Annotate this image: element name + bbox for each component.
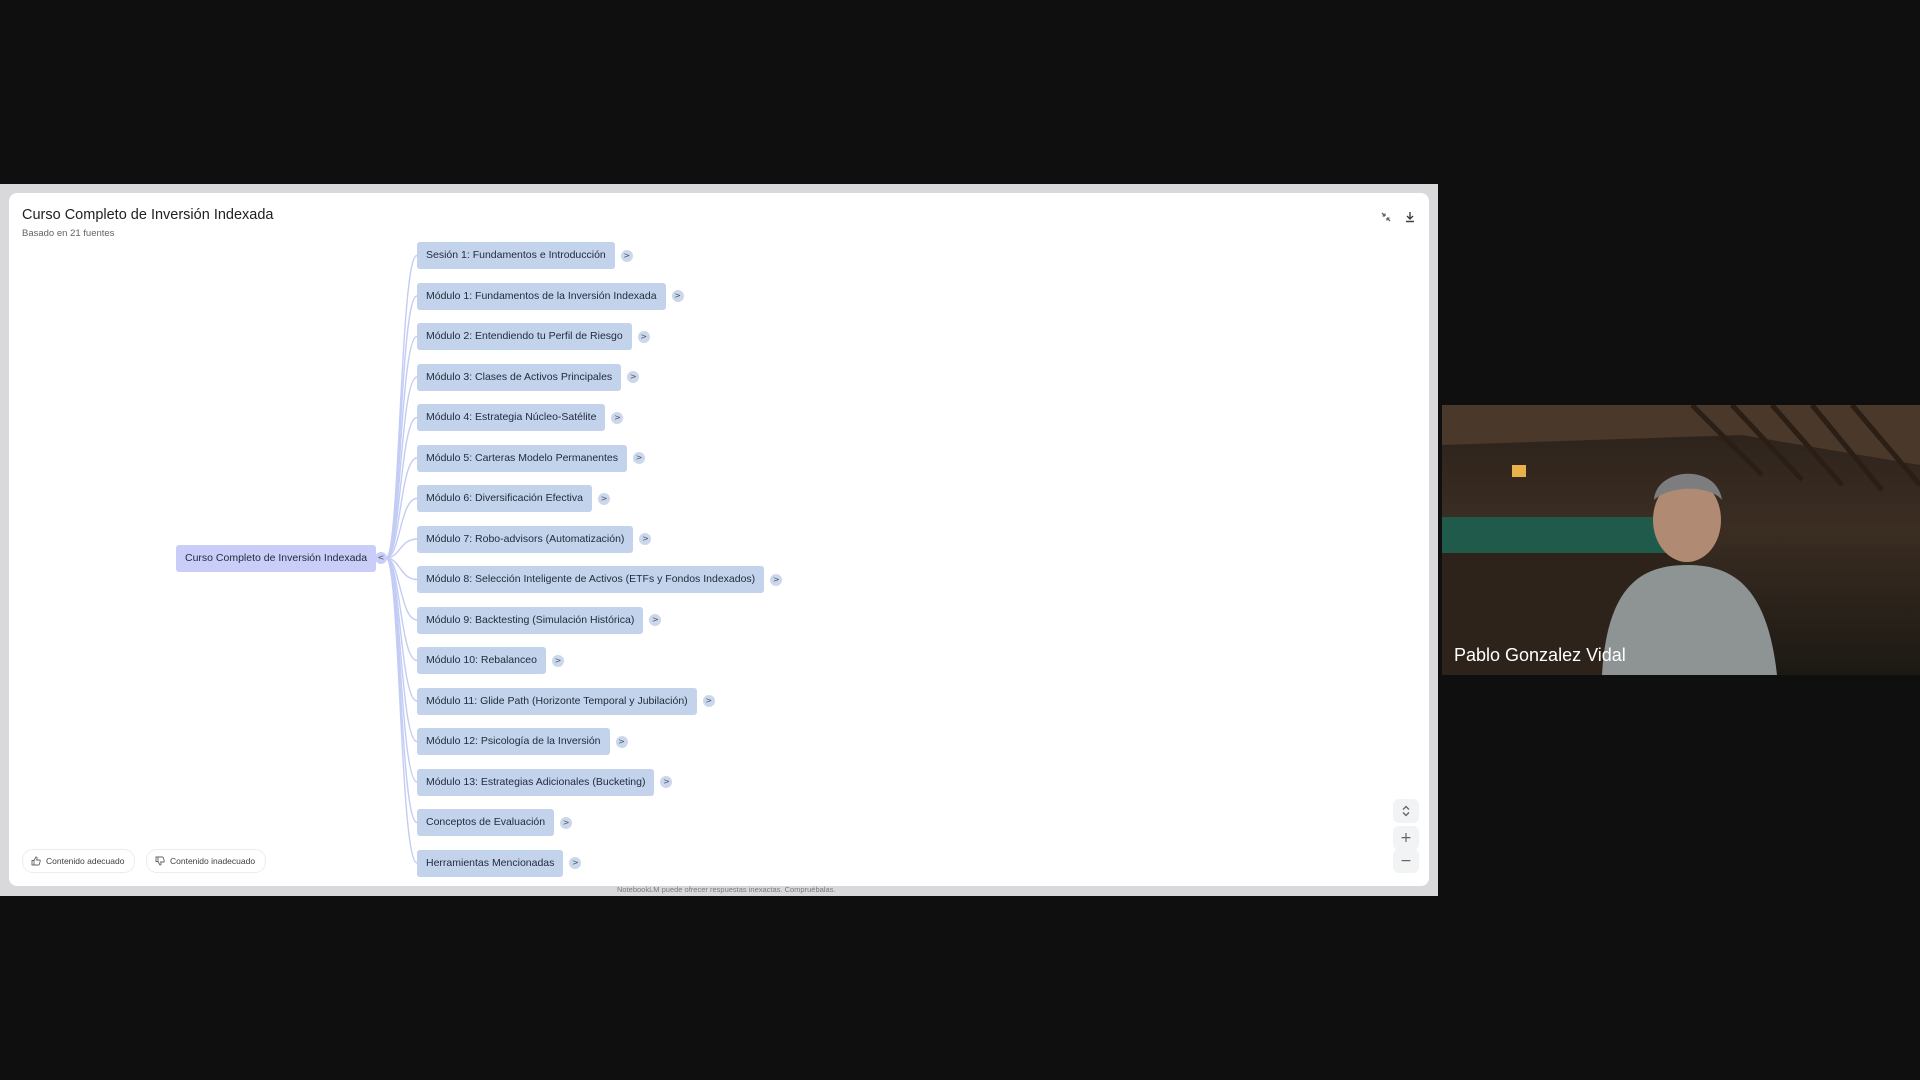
mindmap-node[interactable]: Módulo 1: Fundamentos de la Inversión In… bbox=[417, 282, 666, 310]
expand-toggle[interactable]: > bbox=[560, 816, 573, 829]
expand-toggle[interactable]: > bbox=[637, 330, 650, 343]
expand-toggle[interactable]: > bbox=[615, 735, 628, 748]
mindmap-node[interactable]: Módulo 7: Robo-advisors (Automatización) bbox=[417, 525, 634, 553]
mindmap-node[interactable]: Módulo 3: Clases de Activos Principales bbox=[417, 363, 622, 391]
expand-toggle[interactable]: > bbox=[620, 249, 633, 262]
mindmap-node[interactable]: Módulo 9: Backtesting (Simulación Histór… bbox=[417, 606, 644, 634]
mindmap-node[interactable]: Módulo 6: Diversificación Efectiva bbox=[417, 485, 592, 512]
zoom-in-button[interactable]: + bbox=[1393, 826, 1419, 850]
mindmap-node[interactable]: Módulo 2: Entendiendo tu Perfil de Riesg… bbox=[417, 323, 632, 350]
expand-toggle[interactable]: > bbox=[551, 654, 564, 667]
mindmap-node[interactable]: Módulo 11: Glide Path (Horizonte Tempora… bbox=[417, 687, 697, 715]
disclaimer-text: NotebookLM puede ofrecer respuestas inex… bbox=[617, 885, 836, 894]
mindmap-node[interactable]: Módulo 5: Carteras Modelo Permanentes bbox=[417, 444, 628, 472]
mindmap-node[interactable]: Módulo 12: Psicología de la Inversión bbox=[417, 728, 610, 755]
bad-content-button[interactable]: Contenido inadecuado bbox=[146, 849, 267, 873]
good-content-label: Contenido adecuado bbox=[46, 856, 125, 866]
mindmap-root-node[interactable]: Curso Completo de Inversión Indexada bbox=[176, 545, 377, 572]
mindmap-node[interactable]: Módulo 13: Estrategias Adicionales (Buck… bbox=[417, 768, 655, 796]
expand-toggle[interactable]: > bbox=[671, 290, 684, 302]
thumbs-down-icon bbox=[155, 856, 165, 866]
mindmap-node[interactable]: Herramientas Mencionadas bbox=[417, 849, 564, 877]
bad-content-label: Contenido inadecuado bbox=[170, 856, 256, 866]
mindmap-node[interactable]: Sesión 1: Fundamentos e Introducción bbox=[417, 242, 615, 269]
expand-toggle[interactable]: > bbox=[702, 695, 715, 707]
fit-view-button[interactable] bbox=[1393, 799, 1419, 823]
participant-name: Pablo Gonzalez Vidal bbox=[1454, 645, 1626, 665]
mindmap-node[interactable]: Conceptos de Evaluación bbox=[417, 809, 555, 836]
root-collapse-toggle[interactable]: < bbox=[375, 552, 387, 564]
mindmap-node[interactable]: Módulo 10: Rebalanceo bbox=[417, 647, 546, 674]
zoom-out-button[interactable]: − bbox=[1393, 849, 1419, 873]
participant-video bbox=[1442, 405, 1920, 675]
thumbs-up-icon bbox=[31, 856, 41, 866]
expand-toggle[interactable]: > bbox=[770, 573, 783, 586]
expand-toggle[interactable]: > bbox=[597, 492, 610, 505]
expand-toggle[interactable]: > bbox=[611, 411, 624, 424]
mindmap-panel: Curso Completo de Inversión Indexada Bas… bbox=[9, 193, 1429, 886]
good-content-button[interactable]: Contenido adecuado bbox=[22, 849, 136, 873]
mindmap-node[interactable]: Módulo 4: Estrategia Núcleo-Satélite bbox=[417, 404, 606, 431]
mindmap-connectors bbox=[385, 254, 418, 864]
participant-video-tile: Pablo Gonzalez Vidal bbox=[1442, 405, 1920, 675]
expand-toggle[interactable]: > bbox=[633, 452, 646, 464]
mindmap-node[interactable]: Módulo 8: Selección Inteligente de Activ… bbox=[417, 566, 765, 593]
expand-vertical-icon bbox=[1402, 805, 1410, 817]
